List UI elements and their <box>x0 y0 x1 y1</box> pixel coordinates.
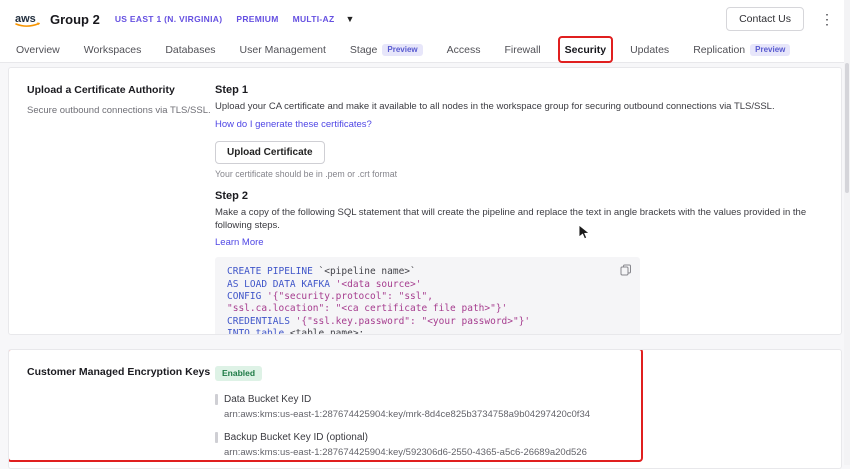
scrollbar-thumb[interactable] <box>845 63 849 193</box>
code-line: CREATE PIPELINE `<pipeline name>` <box>227 266 628 278</box>
tab-bar: Overview Workspaces Databases User Manageme… <box>0 38 850 63</box>
tab-label: Workspaces <box>84 44 142 56</box>
chevron-down-icon[interactable]: ▼ <box>346 14 355 24</box>
generate-certificates-link[interactable]: How do I generate these certificates? <box>215 119 372 130</box>
aws-logo-icon: aws <box>14 11 41 28</box>
status-badge: Enabled <box>215 366 262 381</box>
section-title: Upload a Certificate Authority <box>27 84 215 96</box>
encryption-keys-section: Customer Managed Encryption Keys Preview… <box>8 349 842 469</box>
encryption-key-item: Data Bucket Key ID arn:aws:kms:us-east-1:… <box>215 394 823 420</box>
key-bar-icon <box>215 432 218 443</box>
code-line: CREDENTIALS '{"ssl.key.password": "<your… <box>227 316 628 328</box>
tab-stage[interactable]: Stage Preview <box>350 38 423 62</box>
tab-workspaces[interactable]: Workspaces <box>84 38 142 62</box>
tab-label: Security <box>565 44 606 56</box>
certificate-authority-section: Upload a Certificate Authority Secure ou… <box>8 67 842 335</box>
kebab-menu-icon[interactable]: ⋮ <box>820 11 834 28</box>
tab-security[interactable]: Security <box>565 38 606 62</box>
preview-badge: Preview <box>382 44 422 56</box>
tab-label: Firewall <box>504 44 540 56</box>
tab-databases[interactable]: Databases <box>165 38 215 62</box>
upload-certificate-button[interactable]: Upload Certificate <box>215 141 325 164</box>
code-line: INTO table <table name>; <box>227 328 628 335</box>
section-subtitle: Secure outbound connections via TLS/SSL. <box>27 104 215 117</box>
deployment-badge: PREMIUM <box>236 14 278 24</box>
certificate-section-intro: Upload a Certificate Authority Secure ou… <box>27 84 215 318</box>
svg-text:aws: aws <box>15 13 36 25</box>
key-label: Backup Bucket Key ID (optional) <box>224 432 368 443</box>
header-actions: Contact Us ⋮ <box>726 7 834 31</box>
key-list: Data Bucket Key ID arn:aws:kms:us-east-1:… <box>215 394 823 458</box>
certificate-format-hint: Your certificate should be in .pem or .c… <box>215 169 823 179</box>
code-line: CONFIG '{"security.protocol": "ssl", <box>227 291 628 303</box>
page-title: Group 2 <box>50 12 100 27</box>
brand-area: aws Group 2 US EAST 1 (N. VIRGINIA) PREMI… <box>14 11 354 28</box>
copy-icon[interactable] <box>620 264 632 276</box>
learn-more-link[interactable]: Learn More <box>215 237 264 248</box>
tab-label: Overview <box>16 44 60 56</box>
section-title: Customer Managed Encryption Keys <box>27 366 210 378</box>
tab-label: Databases <box>165 44 215 56</box>
sql-code-block: CREATE PIPELINE `<pipeline name>`AS LOAD… <box>215 257 640 335</box>
encryption-section-intro: Customer Managed Encryption Keys Preview <box>27 363 215 378</box>
tab-label: Replication <box>693 44 745 56</box>
tab-firewall[interactable]: Firewall <box>504 38 540 62</box>
header-badges: US EAST 1 (N. VIRGINIA) PREMIUM MULTI-AZ <box>115 14 335 24</box>
step1-description: Upload your CA certificate and make it a… <box>215 101 823 114</box>
tab-access[interactable]: Access <box>447 38 481 62</box>
sql-code: CREATE PIPELINE `<pipeline name>`AS LOAD… <box>227 266 628 335</box>
step2-description: Make a copy of the following SQL stateme… <box>215 207 823 233</box>
contact-us-button[interactable]: Contact Us <box>726 7 804 31</box>
scrollbar-track[interactable] <box>844 0 850 465</box>
top-header: aws Group 2 US EAST 1 (N. VIRGINIA) PREMI… <box>0 0 850 38</box>
tab-label: Access <box>447 44 481 56</box>
tab-label: Stage <box>350 44 377 56</box>
deployment-badge: US EAST 1 (N. VIRGINIA) <box>115 14 223 24</box>
tab-overview[interactable]: Overview <box>16 38 60 62</box>
certificate-steps: Step 1 Upload your CA certificate and ma… <box>215 84 823 318</box>
key-value: arn:aws:kms:us-east-1:287674425904:key/m… <box>215 409 823 420</box>
code-line: "ssl.ca.location": "<ca certificate file… <box>227 303 628 315</box>
key-value: arn:aws:kms:us-east-1:287674425904:key/5… <box>215 447 823 458</box>
tab-label: User Management <box>240 44 326 56</box>
step2-heading: Step 2 <box>215 190 823 202</box>
key-bar-icon <box>215 394 218 405</box>
tab-user-management[interactable]: User Management <box>240 38 326 62</box>
tab-updates[interactable]: Updates <box>630 38 669 62</box>
step1-heading: Step 1 <box>215 84 823 96</box>
key-label: Data Bucket Key ID <box>224 394 311 405</box>
deployment-badge: MULTI-AZ <box>293 14 335 24</box>
tab-replication[interactable]: Replication Preview <box>693 38 790 62</box>
code-line: AS LOAD DATA KAFKA '<data source>' <box>227 279 628 291</box>
encryption-key-item: Backup Bucket Key ID (optional) arn:aws:k… <box>215 432 823 458</box>
preview-badge: Preview <box>750 44 790 56</box>
encryption-details: Enabled Data Bucket Key ID arn:aws:kms:us… <box>215 363 823 455</box>
main-content: Upload a Certificate Authority Secure ou… <box>0 63 850 469</box>
tab-label: Updates <box>630 44 669 56</box>
